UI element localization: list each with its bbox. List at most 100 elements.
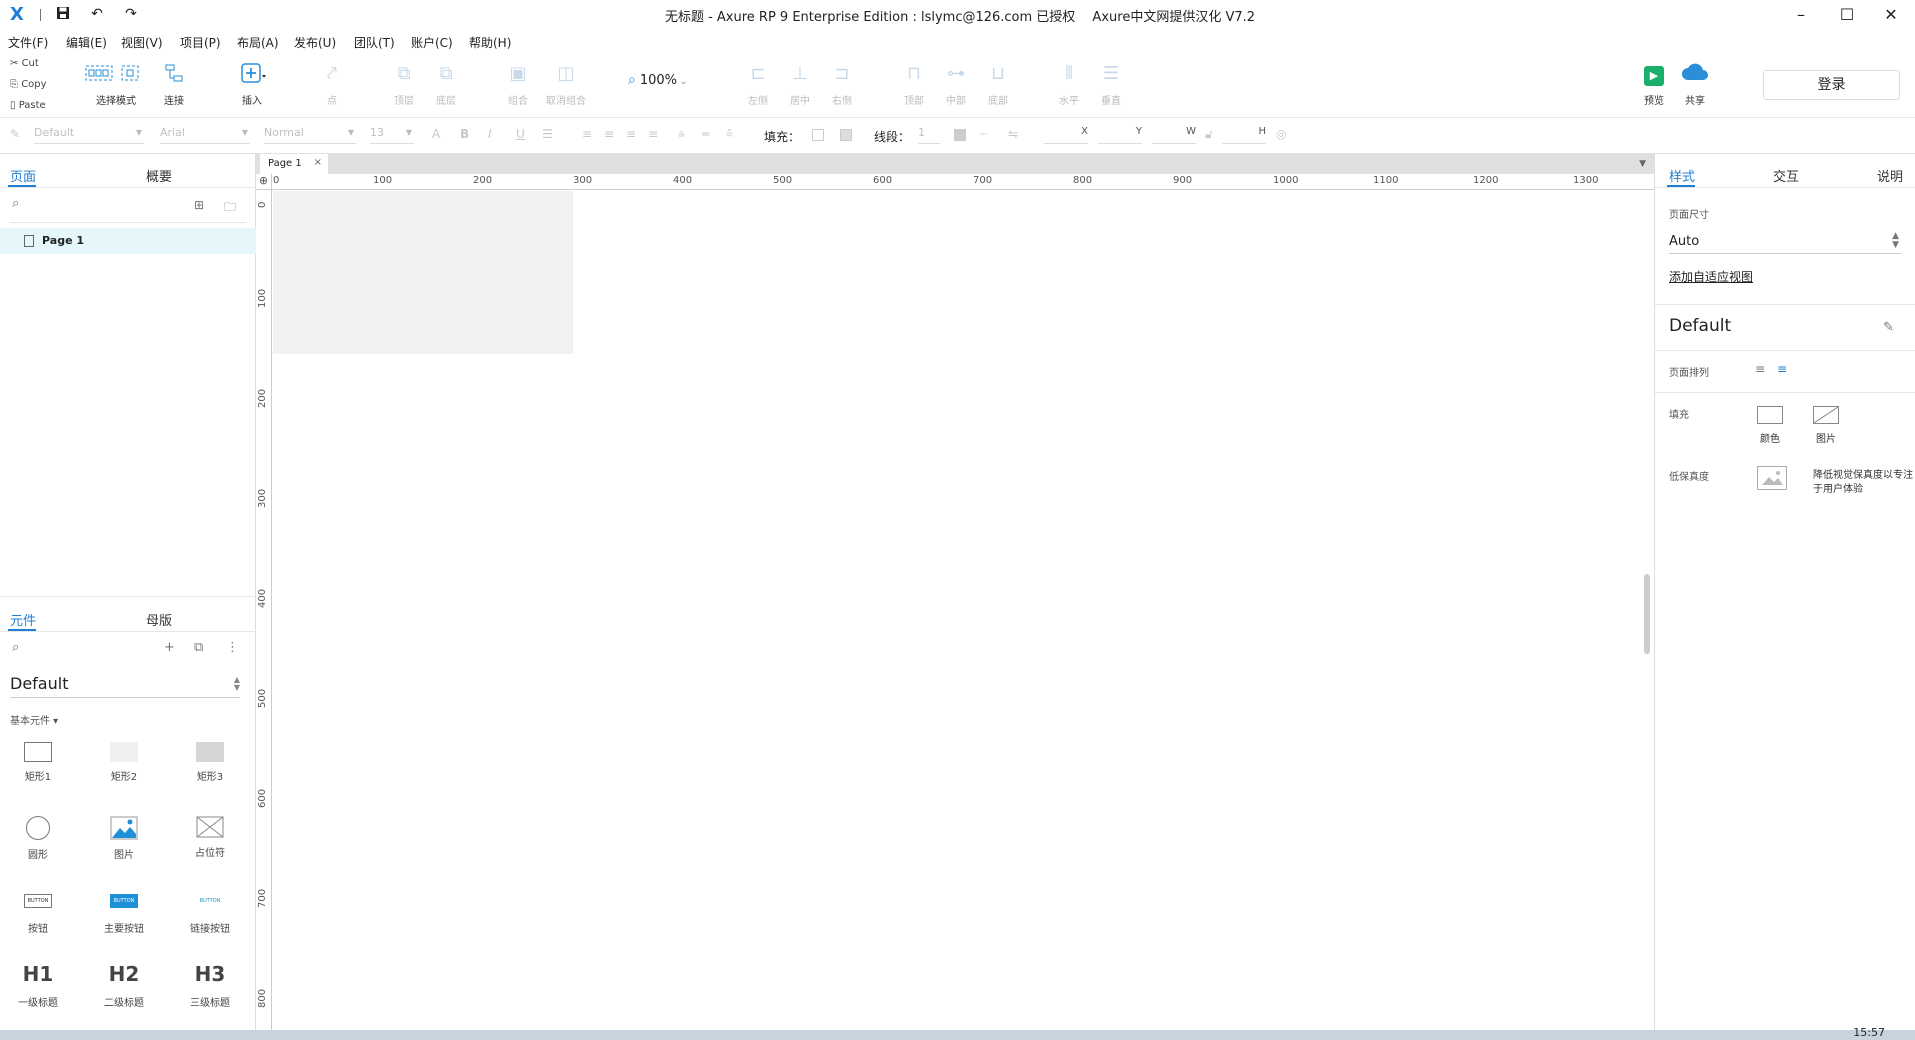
widget-rectangle2[interactable]: 矩形2 bbox=[84, 742, 164, 783]
lock-ratio-icon[interactable]: 🔓︎ bbox=[1205, 127, 1213, 142]
style-edit-icon[interactable]: ✎ bbox=[10, 127, 20, 141]
fill-image-swatch[interactable] bbox=[1813, 406, 1839, 424]
menu-team[interactable]: 团队(T) bbox=[354, 34, 395, 51]
low-fidelity-toggle[interactable] bbox=[1757, 466, 1787, 490]
distribute-horizontal-button[interactable]: ⫴ 水平 bbox=[1047, 62, 1091, 107]
tab-widgets[interactable]: 元件 bbox=[10, 610, 36, 629]
redo-icon[interactable]: ↷ bbox=[122, 6, 140, 24]
share-button[interactable]: 共享 bbox=[1673, 62, 1717, 107]
font-color-icon[interactable]: A bbox=[432, 127, 440, 141]
underline-icon[interactable]: U bbox=[516, 127, 525, 141]
font-weight-select[interactable]: Normal ▼ bbox=[264, 126, 356, 144]
page-size-select[interactable]: Auto ▲ ▼ bbox=[1669, 230, 1901, 254]
line-style-icon[interactable]: ┄ bbox=[980, 127, 987, 141]
distribute-vertical-button[interactable]: ☰ 垂直 bbox=[1089, 62, 1133, 107]
font-size-select[interactable]: 13 ▼ bbox=[370, 126, 414, 144]
widget-heading3[interactable]: H3 三级标题 bbox=[170, 962, 250, 1009]
align-right-button[interactable]: ⊐ 右侧 bbox=[820, 62, 864, 107]
library-stack-icon[interactable]: ⧉ bbox=[194, 640, 203, 655]
library-select[interactable]: Default ▲ ▼ bbox=[10, 674, 240, 698]
zoom-select[interactable]: ⌕ 100% ⌄ bbox=[628, 72, 687, 88]
more-options-icon[interactable]: ⋮ bbox=[226, 640, 239, 655]
italic-icon[interactable]: I bbox=[488, 127, 492, 141]
widget-placeholder[interactable]: 占位符 bbox=[170, 816, 250, 859]
tab-masters[interactable]: 母版 bbox=[146, 610, 172, 629]
widget-link-button[interactable]: BUTTON 链接按钮 bbox=[170, 894, 250, 935]
menu-publish[interactable]: 发布(U) bbox=[294, 34, 336, 51]
valign-top-icon[interactable]: ⩮ bbox=[678, 127, 685, 142]
select-mode-button[interactable]: 选择模式 bbox=[80, 62, 152, 107]
vertical-ruler[interactable]: 0 100 200 300 400 500 600 700 800 bbox=[256, 190, 272, 1030]
valign-middle-icon[interactable]: ═ bbox=[702, 127, 709, 141]
align-center-icon[interactable]: ≡ bbox=[1777, 362, 1787, 376]
copy-button[interactable]: ⎘ Copy bbox=[10, 79, 47, 90]
widget-heading2[interactable]: H2 二级标题 bbox=[84, 962, 164, 1009]
x-input[interactable]: X bbox=[1044, 126, 1088, 144]
tab-outline[interactable]: 概要 bbox=[146, 166, 172, 185]
login-button[interactable]: 登录 bbox=[1763, 70, 1900, 100]
insert-button[interactable]: 插入 bbox=[230, 62, 274, 107]
height-input[interactable]: H bbox=[1222, 126, 1266, 144]
tab-notes[interactable]: 说明 bbox=[1877, 166, 1903, 185]
text-justify-icon[interactable]: ≡ bbox=[648, 127, 658, 141]
save-icon[interactable] bbox=[54, 6, 72, 24]
menu-project[interactable]: 项目(P) bbox=[180, 34, 221, 51]
menu-account[interactable]: 账户(C) bbox=[411, 34, 453, 51]
menu-file[interactable]: 文件(F) bbox=[8, 34, 48, 51]
point-button[interactable]: ⤤ 点 bbox=[310, 62, 354, 107]
tab-interactions[interactable]: 交互 bbox=[1773, 166, 1799, 185]
widget-rectangle1[interactable]: 矩形1 bbox=[0, 742, 78, 783]
ungroup-button[interactable]: ◫ 取消组合 bbox=[544, 62, 588, 107]
menu-arrange[interactable]: 布局(A) bbox=[237, 34, 279, 51]
edit-style-icon[interactable]: ✎ bbox=[1883, 320, 1894, 335]
horizontal-ruler[interactable]: 0 100 200 300 400 500 600 700 800 900 1000 1100 1200… bbox=[272, 174, 1654, 190]
line-width-input[interactable]: 1 bbox=[918, 126, 940, 144]
align-middle-button[interactable]: ⊶ 中部 bbox=[934, 62, 978, 107]
bring-to-front-button[interactable]: ⧉ 顶层 bbox=[382, 62, 426, 107]
connect-button[interactable]: 连接 bbox=[152, 62, 196, 107]
align-left-icon[interactable]: ≡ bbox=[1755, 362, 1765, 376]
text-align-center-icon[interactable]: ≡ bbox=[604, 127, 614, 141]
align-top-button[interactable]: ⊓ 顶部 bbox=[892, 62, 936, 107]
font-family-select[interactable]: Arial ▼ bbox=[160, 126, 250, 144]
menu-edit[interactable]: 编辑(E) bbox=[66, 34, 107, 51]
page-item-page1[interactable]: Page 1 bbox=[0, 228, 256, 254]
align-center-button[interactable]: ⊥ 居中 bbox=[778, 62, 822, 107]
close-tab-icon[interactable]: × bbox=[314, 157, 322, 168]
text-align-left-icon[interactable]: ≡ bbox=[582, 127, 592, 141]
undo-icon[interactable]: ↶ bbox=[88, 6, 106, 24]
cut-button[interactable]: ✂ Cut bbox=[10, 58, 39, 69]
style-select[interactable]: Default ▼ bbox=[34, 126, 144, 144]
preview-button[interactable]: ▶ 预览 bbox=[1632, 62, 1676, 107]
widget-heading1[interactable]: H1 一级标题 bbox=[0, 962, 78, 1009]
tab-style[interactable]: 样式 bbox=[1669, 166, 1695, 185]
widget-image[interactable]: 图片 bbox=[84, 816, 164, 861]
align-left-button[interactable]: ⊏ 左侧 bbox=[736, 62, 780, 107]
text-align-right-icon[interactable]: ≡ bbox=[626, 127, 636, 141]
menu-view[interactable]: 视图(V) bbox=[121, 34, 163, 51]
tab-page1[interactable]: Page 1 × bbox=[260, 154, 328, 174]
send-to-back-button[interactable]: ⧉ 底层 bbox=[424, 62, 468, 107]
bullet-list-icon[interactable]: ☰ bbox=[542, 127, 553, 141]
fill-color-swatch[interactable] bbox=[1757, 406, 1783, 424]
fill-color-swatch[interactable] bbox=[812, 129, 824, 141]
paste-button[interactable]: ▯ Paste bbox=[10, 100, 46, 111]
visibility-eye-icon[interactable]: ◎ bbox=[1276, 127, 1286, 141]
widget-circle[interactable]: 圆形 bbox=[0, 816, 78, 861]
search-icon[interactable]: ⌕ bbox=[12, 196, 19, 211]
arrow-style-icon[interactable]: ⇋ bbox=[1008, 127, 1018, 141]
add-library-icon[interactable]: + bbox=[164, 640, 175, 655]
search-icon[interactable]: ⌕ bbox=[12, 640, 19, 655]
y-input[interactable]: Y bbox=[1098, 126, 1142, 144]
minimize-button[interactable]: – bbox=[1786, 3, 1816, 27]
group-button[interactable]: ▣ 组合 bbox=[496, 62, 540, 107]
menu-help[interactable]: 帮助(H) bbox=[469, 34, 511, 51]
ruler-origin-icon[interactable]: ⊕ bbox=[256, 174, 272, 190]
line-color-swatch[interactable] bbox=[954, 129, 966, 141]
close-button[interactable]: ✕ bbox=[1876, 3, 1906, 27]
maximize-button[interactable]: ☐ bbox=[1832, 3, 1862, 27]
tab-list-dropdown-icon[interactable]: ▼ bbox=[1639, 159, 1646, 169]
widget-rectangle3[interactable]: 矩形3 bbox=[170, 742, 250, 783]
widget-primary-button[interactable]: BUTTON 主要按钮 bbox=[84, 894, 164, 935]
vertical-scrollbar[interactable] bbox=[1644, 574, 1650, 654]
